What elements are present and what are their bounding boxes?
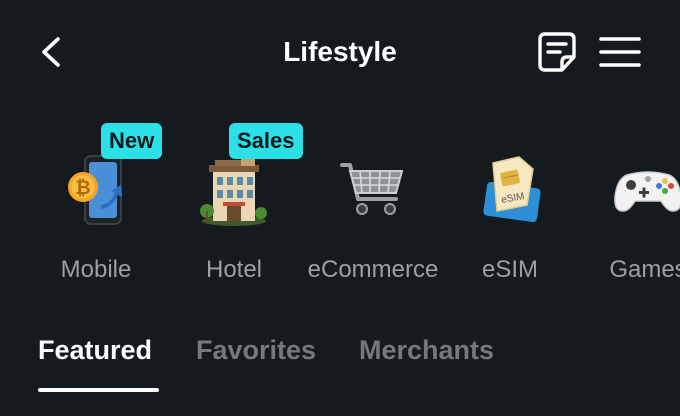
game-controller-icon — [614, 171, 680, 212]
category-esim[interactable]: eSIM eSIM — [440, 115, 580, 295]
sales-badge: Sales — [229, 123, 303, 159]
app-header: Lifestyle — [0, 0, 680, 104]
category-label: Mobile — [60, 256, 132, 283]
category-label: Hotel — [205, 256, 263, 283]
page-title-wrap: Lifestyle — [0, 32, 680, 72]
document-icon — [538, 32, 576, 72]
svg-text:₿: ₿ — [75, 178, 90, 199]
category-label: eCommerce — [307, 256, 439, 283]
category-ecommerce[interactable]: eCommerce — [303, 115, 443, 295]
back-button[interactable] — [32, 30, 72, 74]
document-button[interactable] — [536, 30, 578, 74]
tab-featured[interactable]: Featured — [38, 332, 152, 368]
tab-merchants[interactable]: Merchants — [359, 332, 494, 368]
page-title: Lifestyle — [283, 36, 397, 67]
mobile-topup-icon: ₿ — [68, 155, 122, 225]
category-games[interactable]: Games — [578, 115, 680, 295]
category-hotel[interactable]: Sales Hotel — [164, 115, 304, 295]
menu-button[interactable] — [597, 34, 643, 70]
hotel-icon — [200, 157, 267, 226]
esim-card-icon: eSIM — [483, 156, 541, 223]
hamburger-menu-icon — [599, 37, 641, 67]
category-label: eSIM — [481, 256, 538, 283]
category-label: Games — [609, 256, 680, 283]
chevron-left-icon — [42, 37, 60, 67]
tab-favorites[interactable]: Favorites — [196, 332, 316, 368]
new-badge: New — [101, 123, 163, 159]
tab-bar: Featured Favorites Merchants — [0, 322, 680, 416]
shopping-cart-icon — [340, 163, 404, 215]
active-tab-indicator — [38, 388, 159, 392]
category-carousel[interactable]: ₿ New Mobile Sales Hotel eCommerce eSIM … — [0, 115, 680, 305]
category-mobile[interactable]: ₿ New Mobile — [26, 115, 166, 295]
